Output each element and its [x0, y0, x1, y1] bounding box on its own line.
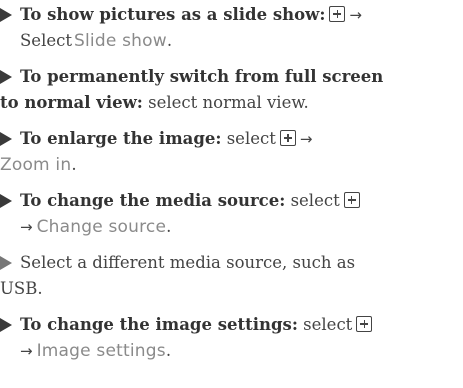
item-line: To change the image settings: select — [20, 314, 373, 336]
triangle-bullet-icon — [0, 132, 12, 146]
menu-option-zoom-in: Zoom in — [0, 155, 72, 175]
item-line: To change the media source: select — [20, 190, 360, 212]
plus-box-icon — [343, 192, 360, 208]
item-period: . — [71, 155, 77, 174]
item-select-text: select — [303, 315, 353, 334]
item-rest: select normal view. — [148, 93, 309, 112]
item-select-text: select — [226, 129, 276, 148]
plus-box-icon — [279, 130, 296, 146]
item-line: To enlarge the image: select → — [20, 128, 316, 150]
item-line: Select a different media source, such as — [20, 252, 355, 274]
item-lead: To show pictures as a slide show: — [20, 5, 326, 24]
plus-box-icon — [356, 316, 373, 332]
triangle-bullet-icon — [0, 8, 12, 22]
item-lead: To change the image settings: — [20, 315, 298, 334]
triangle-bullet-icon — [0, 194, 12, 208]
item-line: USB. — [0, 278, 43, 300]
arrow-right-icon: → — [20, 342, 33, 360]
item-period: . — [166, 217, 172, 236]
triangle-bullet-icon — [0, 70, 12, 84]
item-lead: To change the media source: — [20, 191, 286, 210]
item-line: Select Slide show. — [20, 30, 172, 52]
item-period: . — [166, 31, 173, 50]
menu-option-change-source: Change source — [36, 217, 167, 237]
menu-option-slide-show: Slide show — [73, 31, 167, 51]
item-text: Select a different media source, such as — [20, 253, 356, 272]
item-select-text: Select — [20, 31, 72, 50]
menu-option-image-settings: Image settings — [36, 341, 166, 361]
item-line: To show pictures as a slide show: → — [20, 4, 366, 26]
item-line: Zoom in. — [0, 154, 77, 176]
plus-box-icon — [329, 6, 346, 22]
triangle-bullet-icon — [0, 256, 12, 270]
arrow-right-icon: → — [20, 218, 33, 236]
item-lead: To enlarge the image: — [20, 129, 222, 148]
item-lead-continued: to normal view: — [0, 93, 143, 112]
item-text-continued: USB. — [0, 279, 43, 298]
item-period: . — [165, 341, 172, 360]
item-lead: To permanently switch from full screen — [20, 67, 384, 86]
item-select-text: select — [290, 191, 340, 210]
item-line: To permanently switch from full screen — [20, 66, 383, 88]
arrow-right-icon: → — [349, 6, 362, 24]
item-line: to normal view: select normal view. — [0, 92, 309, 114]
item-line: → Image settings. — [20, 340, 171, 362]
arrow-right-icon: → — [299, 130, 313, 148]
item-line: → Change source. — [20, 216, 171, 238]
triangle-bullet-icon — [0, 318, 12, 332]
